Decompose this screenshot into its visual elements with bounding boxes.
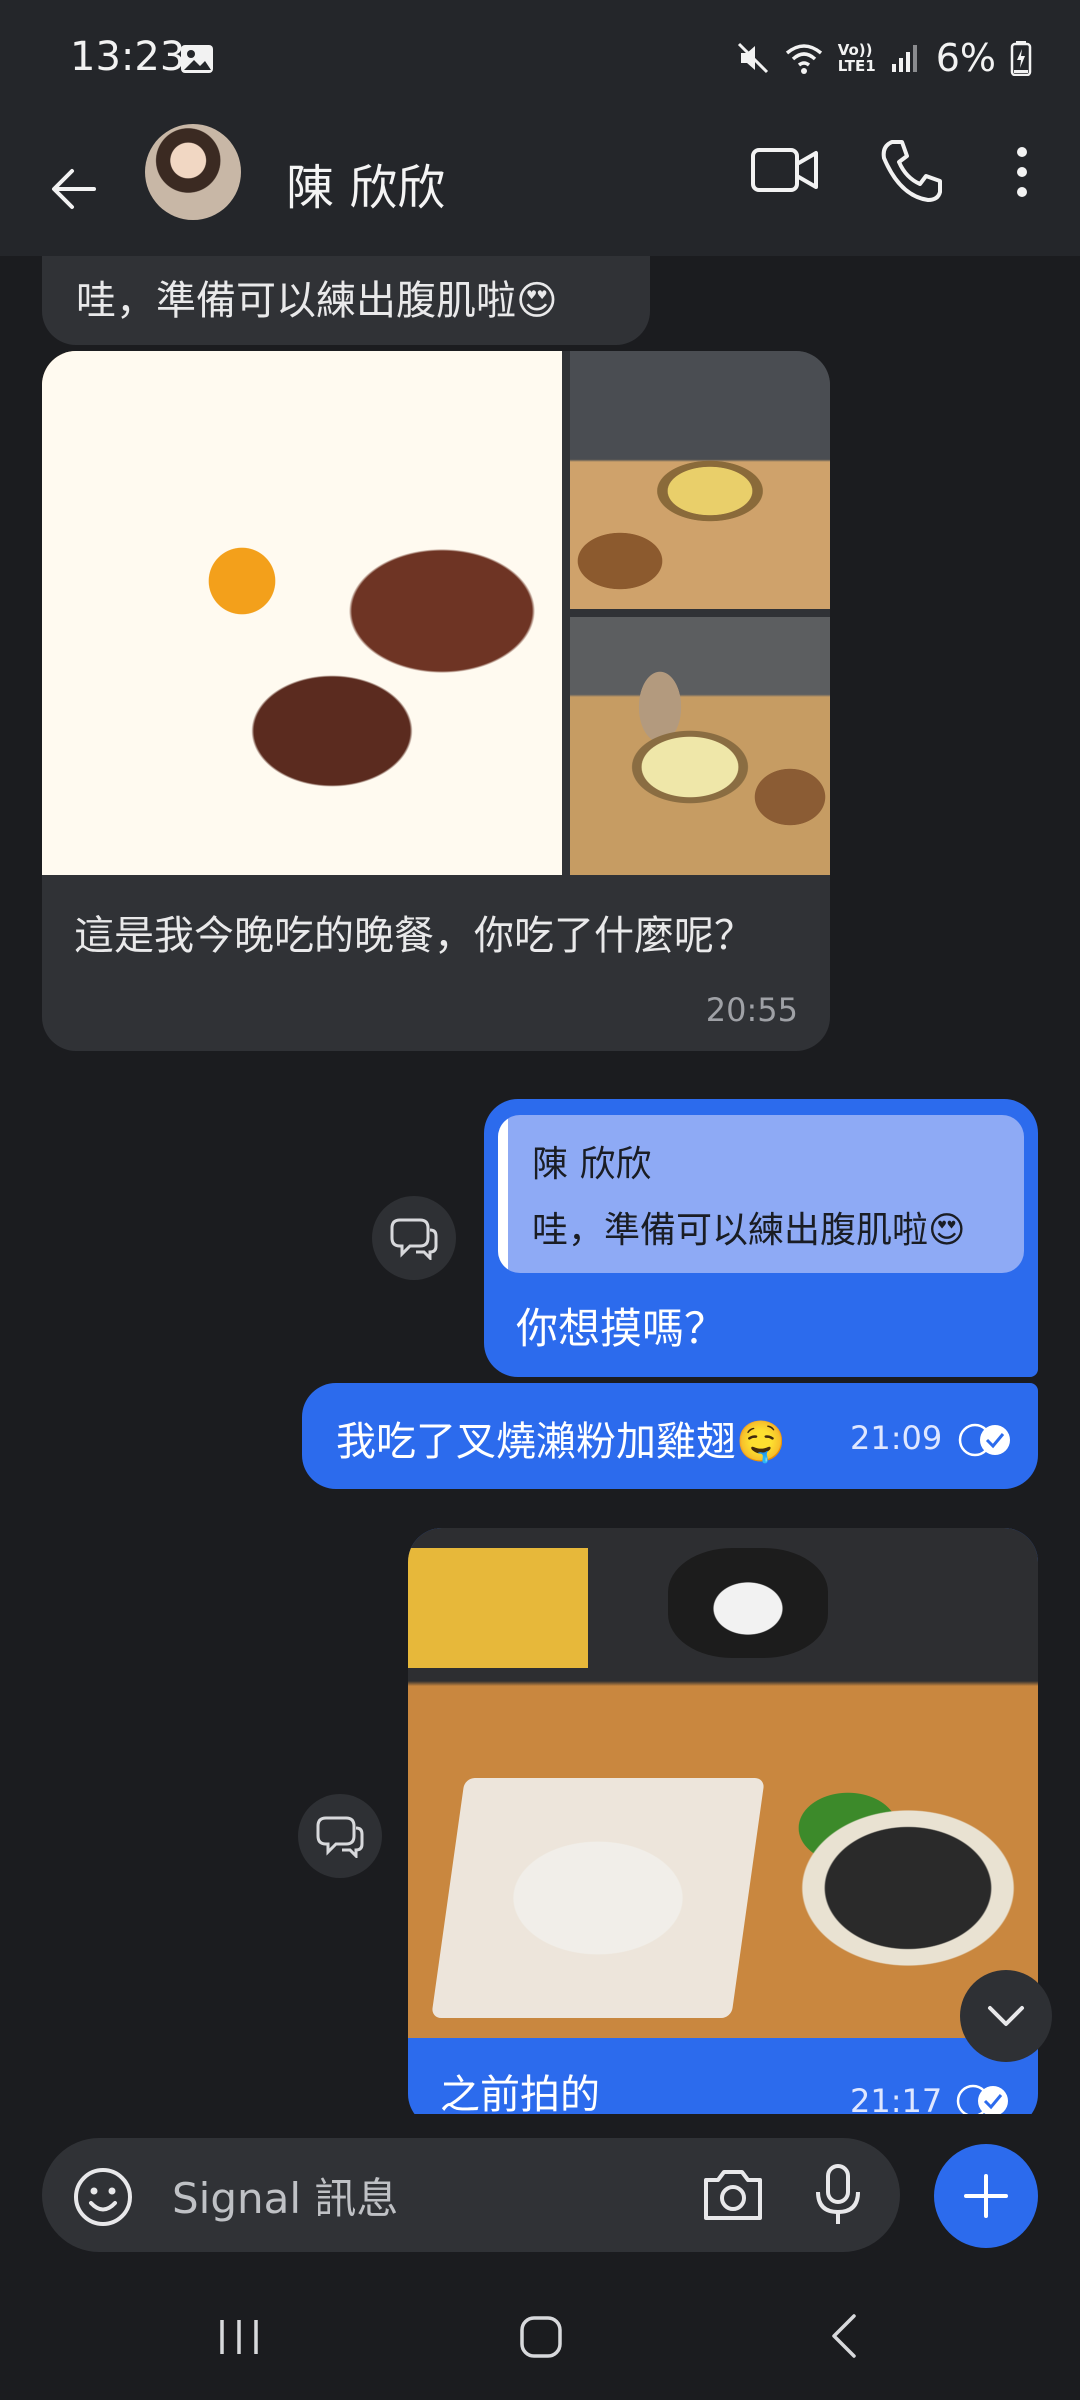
attach-plus-button[interactable] [934,2144,1038,2248]
message-caption: 這是我今晚吃的晚餐，你吃了什麼呢？ [74,913,754,959]
read-receipt-icon [958,1423,1012,1457]
outgoing-photo-message[interactable]: 之前拍的 21:17 [408,1528,1038,2114]
photo-steak-bowl[interactable] [42,351,562,875]
message-time: 21:09 [850,1419,943,1457]
battery-charging-icon [1010,40,1032,76]
status-icons: Vo)) LTE1 6% [736,36,1032,80]
reply-icon[interactable] [298,1794,382,1878]
back-arrow-icon[interactable] [38,154,108,224]
outgoing-message[interactable]: 我吃了叉燒瀨粉加雞翅🤤 21:09 [302,1383,1038,1489]
message-input[interactable] [172,2168,652,2228]
recents-icon[interactable] [216,2318,262,2356]
camera-icon[interactable] [700,2164,766,2226]
home-icon[interactable] [518,2314,564,2360]
photo-detail [431,1778,765,2018]
photo-detail [408,1548,588,1668]
mute-icon [736,41,770,75]
message-list[interactable]: 哇，準備可以練出腹肌啦😍 這是我今晚吃的晚餐，你吃了什麼呢？ 20:55 陳 欣… [0,256,1080,2114]
read-receipt-icon [956,2084,1010,2114]
wifi-icon [784,41,824,75]
volte-label: Vo)) [837,41,873,59]
scroll-to-bottom-button[interactable] [960,1970,1052,2062]
message-text: 哇，準備可以練出腹肌啦😍 [76,278,558,324]
volte-icon: Vo)) LTE1 [838,42,876,74]
status-time: 13:23 [70,34,186,80]
chevron-down-icon [988,2006,1024,2026]
more-vert-icon[interactable] [1002,142,1042,202]
emoji-icon[interactable] [72,2166,134,2228]
message-text: 你想摸嗎？ [516,1304,727,1353]
microphone-icon[interactable] [808,2162,868,2228]
message-text: 我吃了叉燒瀨粉加雞翅🤤 [336,1419,786,1465]
photo-detail [668,1548,828,1658]
lte-label: LTE1 [837,57,876,75]
plus-icon [964,2174,1008,2218]
photo-soup-dip[interactable] [570,617,830,875]
message-time: 20:55 [705,991,798,1029]
photo-soup[interactable] [570,351,830,609]
photo-noodles-wings[interactable] [408,1528,1038,2038]
avatar[interactable] [145,124,241,220]
quote-bar [498,1115,508,1273]
contact-name[interactable]: 陳 欣欣 [286,148,445,218]
incoming-photo-message[interactable]: 這是我今晚吃的晚餐，你吃了什麼呢？ 20:55 [42,351,830,1051]
system-back-icon[interactable] [826,2312,860,2360]
status-bar: 13:23 Vo)) LTE1 6% [0,0,1080,124]
image-icon [180,44,214,74]
battery-percent: 6% [935,36,996,80]
message-caption: 之前拍的 [440,2072,600,2114]
reply-icon[interactable] [372,1196,456,1280]
phone-icon[interactable] [878,138,944,204]
quote-author: 陳 欣欣 [532,1144,652,1185]
message-time: 21:17 [850,2082,943,2114]
quoted-message[interactable]: 陳 欣欣 哇，準備可以練出腹肌啦😍 [498,1115,1024,1273]
quote-text: 哇，準備可以練出腹肌啦😍 [532,1210,966,1251]
incoming-message[interactable]: 哇，準備可以練出腹肌啦😍 [42,256,650,345]
outgoing-reply-message[interactable]: 陳 欣欣 哇，準備可以練出腹肌啦😍 你想摸嗎？ [484,1099,1038,1377]
signal-icon [890,42,922,74]
video-call-icon[interactable] [750,140,820,200]
